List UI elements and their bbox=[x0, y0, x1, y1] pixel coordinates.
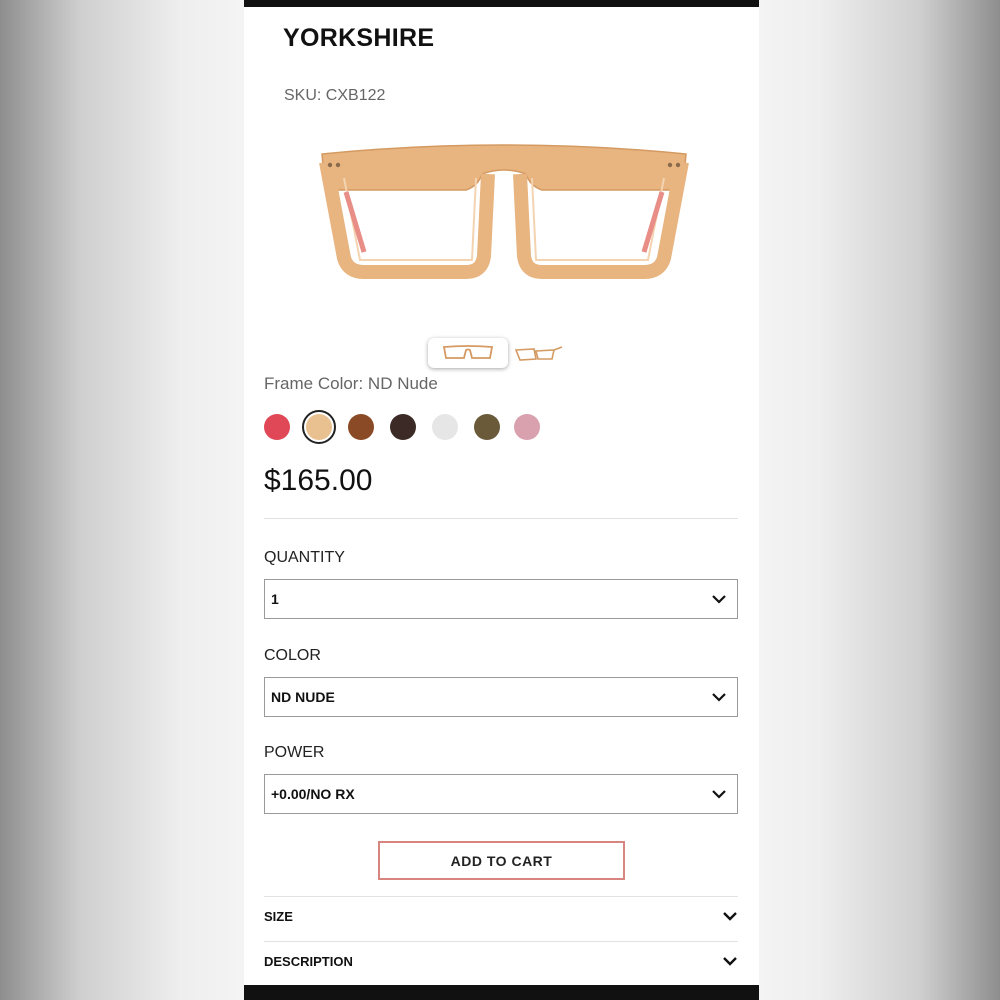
thumbnail-side[interactable] bbox=[512, 340, 566, 368]
swatch-tortoise[interactable] bbox=[348, 414, 374, 440]
size-accordion-label: SIZE bbox=[264, 908, 293, 924]
chevron-down-icon bbox=[723, 957, 737, 966]
add-to-cart-button[interactable]: ADD TO CART bbox=[378, 841, 625, 880]
power-select[interactable]: +0.00/NO RX bbox=[264, 774, 738, 814]
description-accordion-label: DESCRIPTION bbox=[264, 953, 353, 969]
chevron-down-icon bbox=[712, 595, 726, 604]
swatch-white[interactable] bbox=[432, 414, 458, 440]
swatch-black-gold[interactable] bbox=[474, 414, 500, 440]
product-image bbox=[319, 144, 689, 279]
swatch-pink-grey[interactable] bbox=[514, 414, 540, 440]
power-label: POWER bbox=[264, 744, 325, 761]
swatch-nude[interactable] bbox=[302, 410, 336, 444]
quantity-label: QUANTITY bbox=[264, 549, 345, 566]
nav-bar bbox=[244, 985, 759, 1000]
swatch-dark-brown[interactable] bbox=[390, 414, 416, 440]
description-accordion[interactable]: DESCRIPTION bbox=[264, 939, 738, 983]
product-price: $165.00 bbox=[264, 464, 373, 497]
power-value: +0.00/NO RX bbox=[271, 786, 355, 802]
size-accordion[interactable]: SIZE bbox=[264, 894, 738, 938]
quantity-select[interactable]: 1 bbox=[264, 579, 738, 619]
product-title: YORKSHIRE bbox=[283, 24, 435, 52]
divider bbox=[264, 518, 738, 519]
product-sku: SKU: CXB122 bbox=[284, 87, 386, 104]
quantity-value: 1 bbox=[271, 591, 279, 607]
frame-color-info: Frame Color: ND Nude bbox=[264, 374, 438, 394]
color-label: COLOR bbox=[264, 647, 321, 664]
color-value: ND NUDE bbox=[271, 689, 335, 705]
chevron-down-icon bbox=[712, 790, 726, 799]
swatch-red-pink[interactable] bbox=[264, 414, 290, 440]
chevron-down-icon bbox=[712, 693, 726, 702]
chevron-down-icon bbox=[723, 912, 737, 921]
frame-color-label: Frame Color: bbox=[264, 374, 364, 393]
product-screen: YORKSHIRE SKU: CXB122 Frame Color: ND Nu… bbox=[244, 0, 759, 1000]
status-bar bbox=[244, 0, 759, 7]
thumbnail-front[interactable] bbox=[428, 338, 508, 368]
color-select[interactable]: ND NUDE bbox=[264, 677, 738, 717]
frame-color-value: ND Nude bbox=[367, 374, 438, 393]
